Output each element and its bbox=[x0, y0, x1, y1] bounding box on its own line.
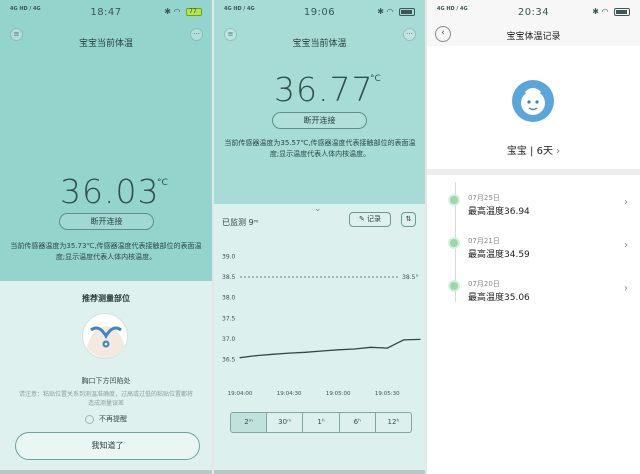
wifi-icon: ◠ bbox=[386, 7, 394, 16]
got-it-button[interactable]: 我知道了 bbox=[15, 432, 200, 460]
y-tick-label: 36.5 bbox=[222, 357, 236, 364]
current-temperature: 36.03 bbox=[60, 172, 160, 211]
range-tab[interactable]: 1ʰ bbox=[303, 413, 340, 432]
data-point bbox=[353, 348, 356, 350]
baby-avatar bbox=[512, 80, 554, 122]
screen-temperature-records: 4G HD / 4G 20:34 ✱ ◠ ‹ 宝宝体温记录 宝宝 | 6天 › … bbox=[427, 0, 640, 474]
x-tick-label: 19:04:00 bbox=[228, 391, 253, 397]
range-tab[interactable]: 12ʰ bbox=[376, 413, 411, 432]
battery-icon bbox=[399, 7, 415, 16]
wifi-icon: ◠ bbox=[601, 7, 609, 16]
monitored-label: 已监测 bbox=[222, 218, 246, 227]
y-tick-label: 38.5 bbox=[222, 274, 236, 281]
status-bar: 4G HD / 4G 18:47 ✱ ◠ 77 bbox=[0, 0, 212, 26]
disconnect-button[interactable]: 断开连接 bbox=[272, 112, 367, 129]
temperature-chart: 36.5 37.0 37.5 38.0 38.5 39.0 38.5° 19:04:00 19:… bbox=[222, 253, 421, 397]
x-tick-label: 19:05:30 bbox=[375, 391, 400, 397]
body-position-illustration bbox=[82, 313, 128, 359]
y-tick-label: 37.0 bbox=[222, 336, 236, 343]
data-point bbox=[321, 350, 323, 352]
record-value: 最高温度34.59 bbox=[468, 250, 530, 260]
chevron-down-icon[interactable]: ⌄ bbox=[314, 204, 322, 214]
page-title: 宝宝当前体温 bbox=[78, 39, 133, 49]
status-bar: 4G HD / 4G 20:34 ✱ ◠ bbox=[427, 0, 640, 26]
monitored-duration: 已监测 9ᵐ bbox=[222, 217, 259, 228]
baby-face-icon bbox=[521, 88, 545, 115]
bluetooth-icon: ✱ bbox=[377, 7, 384, 16]
record-date: 07月21日 bbox=[468, 237, 500, 245]
no-remind-row[interactable]: 不再提醒 bbox=[0, 414, 212, 424]
bluetooth-icon: ✱ bbox=[164, 7, 171, 16]
edit-icon: ✎ bbox=[358, 215, 365, 223]
data-point bbox=[239, 357, 241, 359]
chevron-right-icon: › bbox=[556, 146, 561, 157]
smile-icon bbox=[448, 194, 460, 206]
range-tab[interactable]: 2ᵐ bbox=[231, 413, 268, 432]
status-icons: ✱ ◠ 77 bbox=[164, 7, 202, 16]
baby-profile[interactable]: 宝宝 | 6天 › bbox=[427, 142, 640, 157]
baby-profile-label: 宝宝 | 6天 bbox=[506, 146, 553, 157]
status-icons: ✱ ◠ bbox=[592, 7, 630, 16]
data-point bbox=[403, 339, 405, 341]
placement-tip: 请注意：粘贴位置关系到测温准确度，过高或过低的粘贴位置都将造成测量误差 bbox=[18, 391, 193, 407]
sensor-note: 当前传感器温度为35.57℃,传感器温度代表接触部位的表面温度;显示温度代表人体… bbox=[224, 139, 416, 158]
record-item[interactable]: 07月21日 最高温度34.59 › bbox=[427, 225, 640, 269]
temperature-unit: °C bbox=[370, 74, 381, 84]
data-point bbox=[419, 338, 421, 340]
record-value: 最高温度35.06 bbox=[468, 293, 530, 303]
disconnect-button[interactable]: 断开连接 bbox=[59, 213, 154, 230]
baby-chest-illustration bbox=[87, 326, 125, 358]
battery-icon: 77 bbox=[186, 7, 202, 16]
record-item[interactable]: 07月25日 最高温度36.94 › bbox=[427, 182, 640, 226]
y-tick-label: 39.0 bbox=[222, 253, 236, 260]
data-point bbox=[272, 353, 274, 355]
threshold-label: 38.5° bbox=[402, 274, 418, 281]
record-button[interactable]: ✎ 记录 bbox=[349, 212, 391, 227]
x-tick-label: 19:05:00 bbox=[326, 391, 351, 397]
record-date: 07月20日 bbox=[468, 280, 500, 288]
current-temperature: 36.77 bbox=[274, 70, 374, 109]
sensor-note: 当前传感器温度为35.73℃,传感器温度代表接触部位的表面温度;显示温度代表人体… bbox=[10, 242, 202, 261]
data-point bbox=[288, 352, 290, 354]
position-label: 胸口下方凹陷处 bbox=[81, 377, 131, 385]
record-item[interactable]: 07月20日 最高温度35.06 › bbox=[427, 268, 640, 312]
smile-icon bbox=[448, 237, 460, 249]
record-value: 最高温度36.94 bbox=[468, 207, 530, 217]
page-title: 宝宝当前体温 bbox=[292, 39, 347, 49]
data-point bbox=[370, 346, 372, 348]
battery-icon bbox=[614, 7, 630, 16]
bluetooth-icon: ✱ bbox=[592, 7, 599, 16]
range-tab[interactable]: 6ʰ bbox=[340, 413, 376, 432]
sort-icon[interactable]: ⇅ bbox=[401, 212, 416, 227]
chevron-right-icon: › bbox=[624, 283, 628, 294]
record-date: 07月25日 bbox=[468, 194, 500, 202]
y-tick-label: 37.5 bbox=[222, 315, 236, 322]
no-remind-label: 不再提醒 bbox=[99, 415, 127, 423]
range-tabs[interactable]: 2ᵐ 30ᵐ 1ʰ 6ʰ 12ʰ bbox=[230, 412, 412, 433]
status-bar: 4G HD / 4G 19:06 ✱ ◠ bbox=[214, 0, 425, 26]
screen-current-temperature-2: 4G HD / 4G 19:06 ✱ ◠ ≡ ··· 宝宝当前体温 36.77 … bbox=[214, 0, 425, 474]
data-point bbox=[255, 355, 257, 357]
temperature-unit: °C bbox=[157, 178, 168, 188]
temperature-series-line bbox=[239, 338, 421, 359]
status-icons: ✱ ◠ bbox=[377, 7, 415, 16]
chevron-right-icon: › bbox=[624, 240, 628, 251]
smile-icon bbox=[448, 280, 460, 292]
data-point bbox=[386, 347, 388, 349]
data-point bbox=[337, 349, 339, 351]
recommend-position-title: 推荐测量部位 bbox=[82, 294, 130, 303]
navigation-bar bbox=[0, 470, 212, 474]
x-tick-label: 19:04:30 bbox=[277, 391, 302, 397]
monitored-value: 9ᵐ bbox=[248, 218, 259, 227]
chevron-right-icon: › bbox=[624, 197, 628, 208]
screen-current-temperature-1: 4G HD / 4G 18:47 ✱ ◠ 77 ≡ ··· 宝宝当前体温 36.… bbox=[0, 0, 212, 474]
data-point bbox=[304, 351, 307, 353]
page-title: 宝宝体温记录 bbox=[506, 32, 561, 42]
y-tick-label: 38.0 bbox=[222, 295, 236, 302]
wifi-icon: ◠ bbox=[173, 7, 181, 16]
navigation-bar bbox=[214, 470, 425, 474]
no-remind-checkbox[interactable] bbox=[85, 414, 94, 424]
range-tab[interactable]: 30ᵐ bbox=[267, 413, 304, 432]
